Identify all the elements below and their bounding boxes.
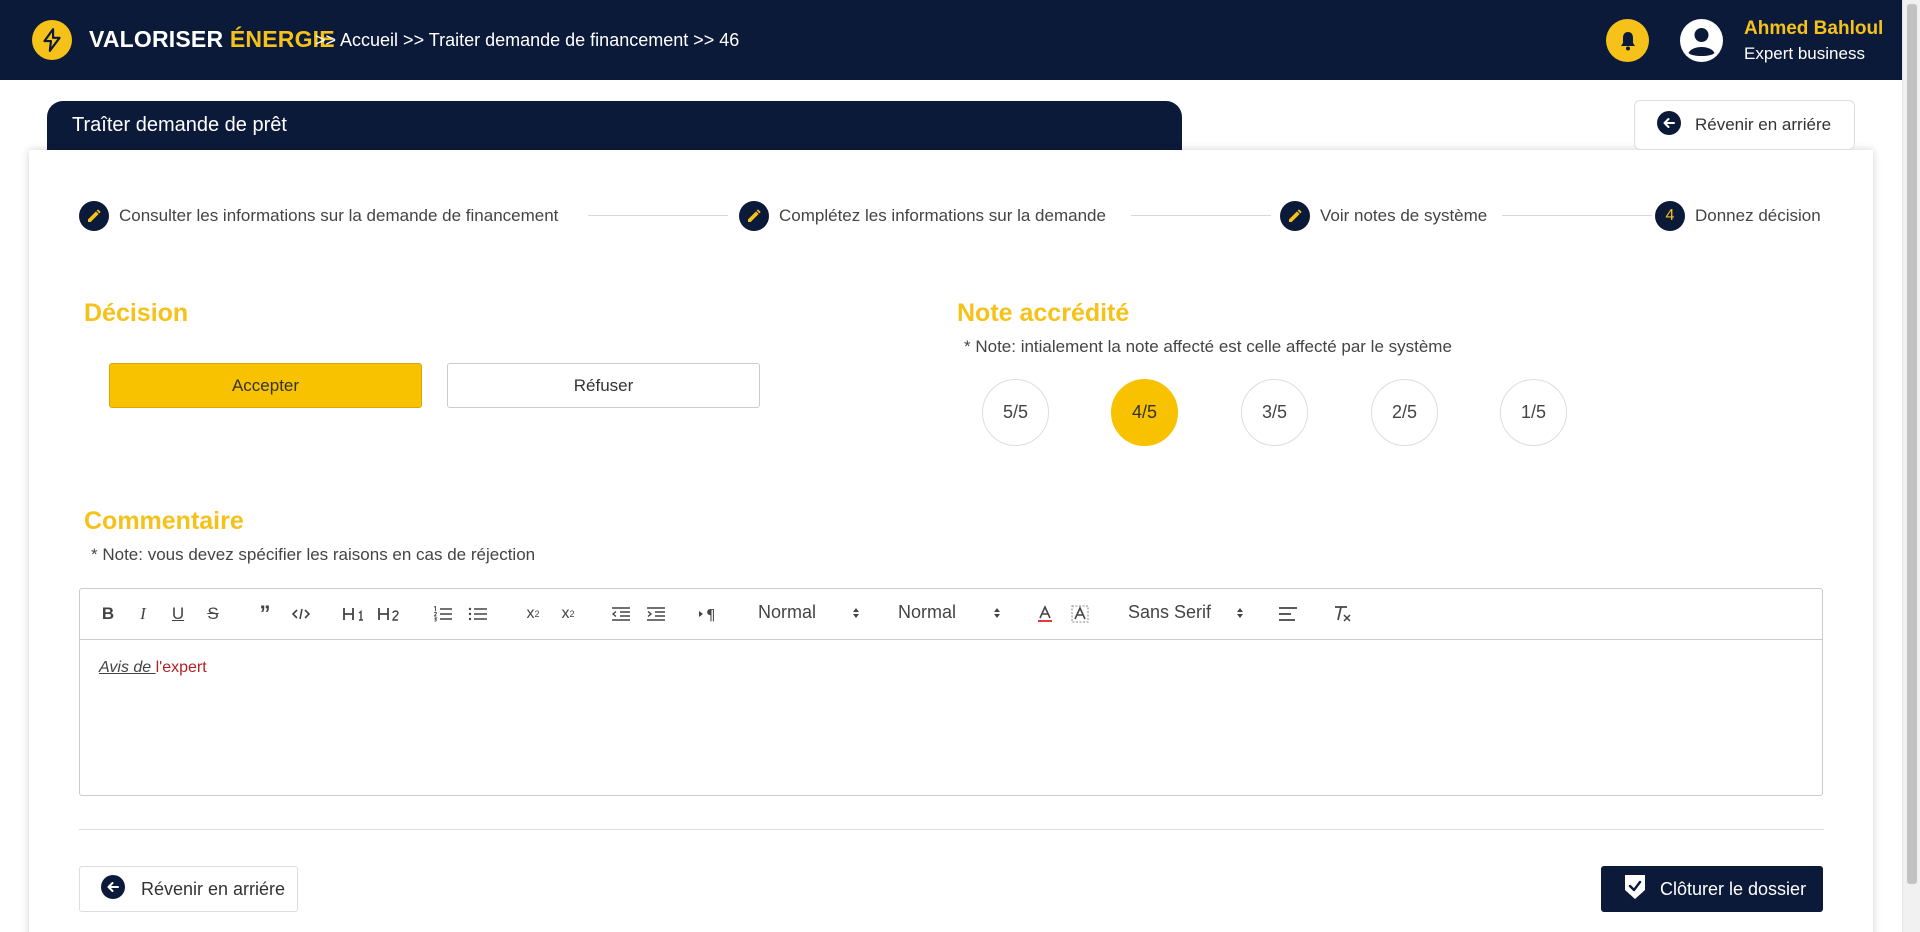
subscript-icon[interactable]: x2 — [522, 602, 544, 626]
superscript-icon[interactable]: x2 — [557, 602, 579, 626]
step-label: Consulter les informations sur la demand… — [119, 206, 559, 225]
comment-title: Commentaire — [84, 507, 244, 535]
bold-icon[interactable]: B — [98, 602, 118, 626]
brand-main: VALORISER — [89, 26, 224, 52]
bolt-logo-icon[interactable] — [32, 20, 72, 60]
chevron-updown-icon — [993, 606, 1001, 625]
scrollbar-thumb[interactable] — [1907, 4, 1917, 884]
step-complete-info[interactable]: Complétez les informations sur la demand… — [739, 201, 1106, 231]
strike-icon[interactable]: S — [203, 602, 223, 626]
breadcrumb[interactable]: >> Accueil >> Traiter demande de finance… — [315, 30, 739, 51]
code-icon[interactable] — [290, 602, 312, 626]
refuse-button[interactable]: Réfuser — [447, 363, 760, 408]
header-select-value: Normal — [758, 602, 817, 622]
clear-format-icon[interactable] — [1331, 602, 1353, 626]
rating-option-3[interactable]: 3/5 — [1241, 379, 1308, 446]
section-divider — [79, 829, 1824, 830]
rating-note: * Note: intialement la note affecté est … — [964, 337, 1452, 356]
arrow-left-icon — [101, 874, 125, 904]
ordered-list-icon[interactable] — [432, 602, 454, 626]
back-button-label: Révenir en arriére — [1695, 115, 1832, 134]
align-icon[interactable] — [1277, 602, 1299, 626]
pencil-icon — [1280, 201, 1310, 231]
accept-button[interactable]: Accepter — [109, 363, 422, 408]
svg-text:¶: ¶ — [706, 606, 716, 622]
background-color-icon[interactable] — [1070, 602, 1090, 626]
page-title-tab: Traîter demande de prêt — [47, 101, 1182, 153]
editor-content[interactable]: Avis de l'expert — [99, 659, 207, 677]
step-number: 4 — [1655, 201, 1685, 231]
user-role: Expert business — [1744, 44, 1865, 63]
close-file-label: Clôturer le dossier — [1660, 878, 1807, 899]
arrow-left-icon — [1657, 110, 1681, 140]
header-select[interactable]: Normal — [758, 602, 878, 626]
step-connector — [1131, 215, 1271, 216]
rich-text-editor: B I U S ” x2 x2 ¶ Normal Normal Sans Ser… — [79, 588, 1823, 796]
font-select-value: Sans Serif — [1128, 602, 1212, 622]
rating-title: Note accrédité — [957, 299, 1130, 327]
user-name[interactable]: Ahmed Bahloul — [1744, 18, 1883, 40]
step-decision[interactable]: 4 Donnez décision — [1655, 201, 1821, 231]
rating-option-4[interactable]: 4/5 — [1111, 379, 1178, 446]
heading2-icon[interactable] — [377, 602, 403, 626]
content-text-underlined: Avis de — [99, 659, 156, 676]
outdent-icon[interactable] — [610, 602, 632, 626]
step-label: Voir notes de système — [1320, 206, 1488, 225]
heading1-icon[interactable] — [342, 602, 368, 626]
underline-icon[interactable]: U — [168, 602, 188, 626]
rating-option-1[interactable]: 1/5 — [1500, 379, 1567, 446]
step-label: Complétez les informations sur la demand… — [779, 206, 1106, 225]
blockquote-icon[interactable]: ” — [254, 601, 276, 626]
chevron-updown-icon — [852, 606, 860, 625]
step-connector — [588, 215, 728, 216]
text-direction-icon[interactable]: ¶ — [697, 602, 721, 626]
back-button-label: Révenir en arriére — [141, 878, 286, 899]
content-text-red: l'expert — [155, 659, 207, 676]
back-button-top[interactable]: Révenir en arriére — [1634, 100, 1855, 150]
step-consult-info[interactable]: Consulter les informations sur la demand… — [79, 201, 558, 231]
step-system-notes[interactable]: Voir notes de système — [1280, 201, 1487, 231]
text-color-icon[interactable] — [1035, 602, 1055, 626]
step-label: Donnez décision — [1695, 206, 1821, 225]
notification-bell-icon[interactable] — [1606, 19, 1649, 62]
chevron-updown-icon — [1236, 606, 1244, 625]
editor-toolbar: B I U S ” x2 x2 ¶ Normal Normal Sans Ser… — [80, 589, 1822, 640]
pencil-icon — [79, 201, 109, 231]
comment-note: * Note: vous devez spécifier les raisons… — [91, 545, 536, 564]
main-card — [29, 150, 1873, 932]
shield-check-icon — [1623, 874, 1647, 905]
size-select-value: Normal — [898, 602, 957, 622]
italic-icon[interactable]: I — [133, 602, 153, 626]
step-connector — [1502, 215, 1652, 216]
pencil-icon — [739, 201, 769, 231]
user-avatar-icon[interactable] — [1680, 19, 1723, 62]
rating-option-2[interactable]: 2/5 — [1371, 379, 1438, 446]
rating-option-5[interactable]: 5/5 — [982, 379, 1049, 446]
indent-icon[interactable] — [645, 602, 667, 626]
page-scrollbar[interactable] — [1902, 0, 1920, 932]
page-title: Traîter demande de prêt — [72, 114, 287, 136]
brand-name[interactable]: VALORISER ÉNERGIE — [89, 26, 335, 53]
decision-title: Décision — [84, 299, 189, 327]
back-button-bottom[interactable]: Révenir en arriére — [79, 866, 298, 912]
bullet-list-icon[interactable] — [467, 602, 489, 626]
close-file-button[interactable]: Clôturer le dossier — [1601, 866, 1823, 912]
